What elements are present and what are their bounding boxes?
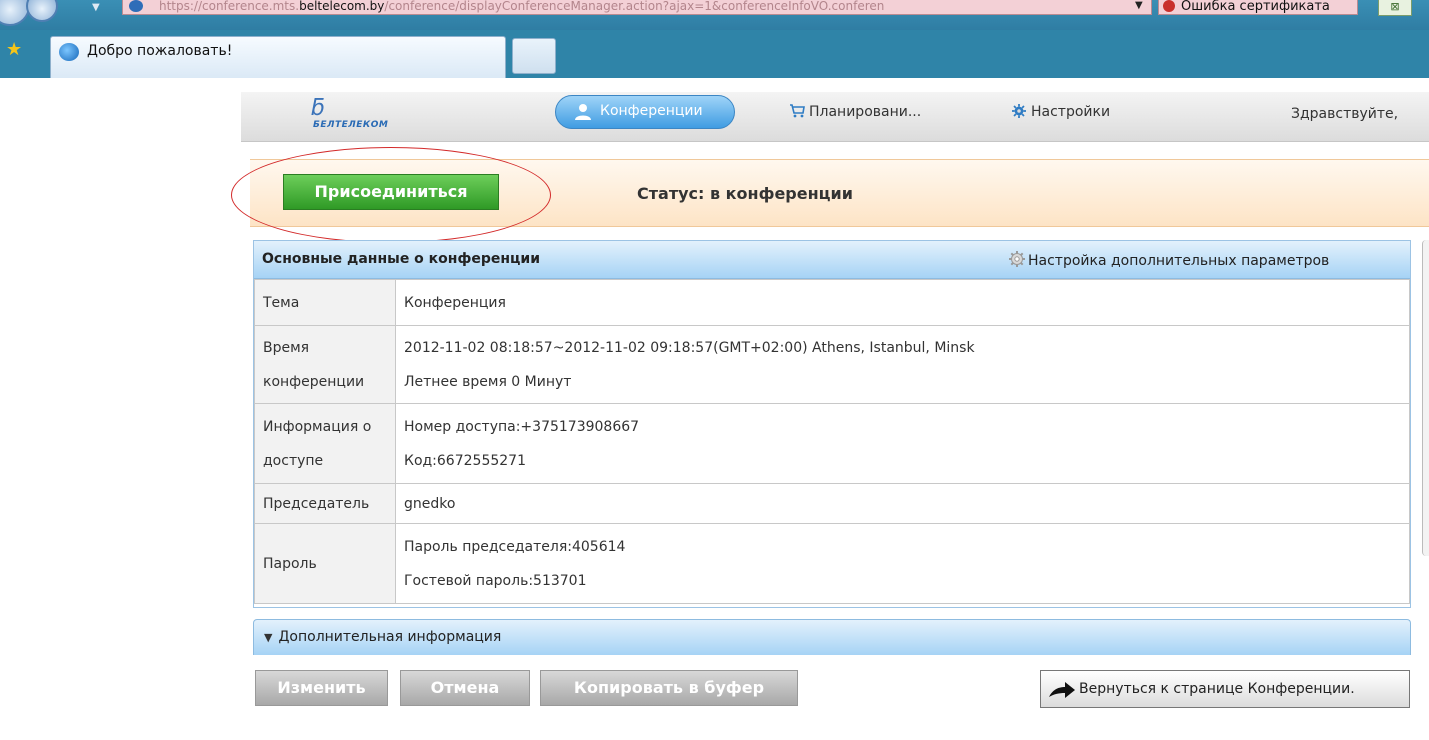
value-line: Код:6672555271: [404, 452, 526, 469]
row-label: Информация о доступе: [254, 403, 396, 484]
beltelecom-logo[interactable]: ƃ БЕЛТЕЛЕКОМ: [307, 96, 417, 136]
value-line: Конференция: [404, 294, 506, 311]
tab-conferences[interactable]: Конференции: [555, 95, 735, 129]
settings-gear-icon: [1009, 251, 1025, 267]
arrow-right-icon: [1049, 682, 1075, 698]
compatibility-icon[interactable]: ⊠: [1378, 0, 1412, 16]
tab-bar: ★ Добро пожаловать!: [0, 30, 1429, 78]
edit-button[interactable]: Изменить: [255, 670, 388, 706]
app-header: ƃ БЕЛТЕЛЕКОМ Конференции Планировани... …: [241, 92, 1429, 142]
conference-info-table: Тема Конференция Время конференции 2012-…: [254, 279, 1410, 604]
row-value: 2012-11-02 08:18:57~2012-11-02 09:18:57(…: [395, 325, 1410, 404]
logo-text: БЕЛТЕЛЕКОМ: [313, 120, 389, 130]
address-prefix: https://conference.mts.: [159, 0, 300, 13]
table-row: Тема Конференция: [254, 279, 1410, 326]
value-line: Гостевой пароль:513701: [404, 572, 587, 589]
address-suffix: /conference/displayConferenceManager.act…: [384, 0, 885, 13]
triangle-down-icon: ▼: [264, 631, 273, 644]
table-row: Время конференции 2012-11-02 08:18:57~20…: [254, 325, 1410, 404]
scrollbar[interactable]: [1422, 240, 1429, 556]
row-value: Пароль председателя:405614 Гостевой парол…: [395, 523, 1410, 604]
additional-info-label: ▼ Дополнительная информация: [264, 629, 501, 645]
browser-tab[interactable]: Добро пожаловать!: [50, 36, 506, 78]
panel-header: Основные данные о конференции Настройка …: [254, 241, 1410, 279]
additional-info-text: Дополнительная информация: [278, 629, 502, 645]
value-line: Летнее время 0 Минут: [404, 373, 572, 390]
table-row: Пароль Пароль председателя:405614 Гостево…: [254, 523, 1410, 604]
user-icon: [575, 104, 591, 120]
tab-planning[interactable]: Планировани...: [789, 104, 921, 120]
row-value: gnedko: [395, 483, 1410, 524]
row-value: Конференция: [395, 279, 1410, 326]
page-icon: [129, 0, 143, 12]
panel-title: Основные данные о конференции: [262, 251, 541, 267]
table-row: Информация о доступе Номер доступа:+3751…: [254, 403, 1410, 484]
additional-info-toggle[interactable]: ▼ Дополнительная информация: [253, 619, 1411, 655]
address-dropdown-icon[interactable]: ▼: [1135, 0, 1143, 11]
value-line: Номер доступа:+375173908667: [404, 418, 640, 435]
browser-toolbar: ▼ https://conference.mts.beltelecom.by/c…: [0, 0, 1429, 30]
table-row: Председатель gnedko: [254, 483, 1410, 524]
back-button-label: Вернуться к странице Конференции.: [1079, 681, 1355, 697]
value-line: 2012-11-02 08:18:57~2012-11-02 09:18:57(…: [404, 339, 975, 356]
extra-settings-link[interactable]: Настройка дополнительных параметров: [1008, 250, 1329, 269]
certificate-error-label: Ошибка сертификата: [1181, 0, 1330, 14]
copy-to-clipboard-button[interactable]: Копировать в буфер: [540, 670, 798, 706]
tab-settings[interactable]: Настройки: [1011, 104, 1110, 120]
shield-icon: [1163, 0, 1175, 12]
ie-icon: [59, 43, 79, 61]
back-to-conferences-button[interactable]: Вернуться к странице Конференции.: [1040, 670, 1410, 708]
row-label: Пароль: [254, 523, 396, 604]
address-bar[interactable]: https://conference.mts.beltelecom.by/con…: [122, 0, 1152, 15]
gear-icon: [1012, 104, 1026, 118]
row-label: Председатель: [254, 483, 396, 524]
history-dropdown-icon[interactable]: ▼: [92, 2, 100, 13]
new-tab-button[interactable]: [512, 38, 556, 74]
row-label: Время конференции: [254, 325, 396, 404]
forward-nav-icon[interactable]: [26, 0, 58, 22]
address-domain: beltelecom.by: [299, 0, 385, 13]
row-value: Номер доступа:+375173908667 Код:667255527…: [395, 403, 1410, 484]
logo-mark-icon: ƃ: [311, 96, 325, 121]
greeting-text: Здравствуйте,: [1291, 106, 1399, 122]
join-button[interactable]: Присоединиться: [283, 174, 499, 210]
conference-details-panel: Основные данные о конференции Настройка …: [253, 240, 1411, 608]
value-line: Пароль председателя:405614: [404, 538, 626, 555]
tab-title: Добро пожаловать!: [87, 43, 233, 59]
extra-settings-label: Настройка дополнительных параметров: [1028, 253, 1330, 269]
favorites-star-icon[interactable]: ★: [6, 39, 22, 60]
value-line: gnedko: [404, 495, 456, 512]
tab-settings-label: Настройки: [1031, 104, 1111, 120]
tab-conferences-label: Конференции: [600, 103, 703, 119]
certificate-error-button[interactable]: Ошибка сертификата: [1158, 0, 1358, 15]
conference-status: Статус: в конференции: [637, 184, 853, 203]
row-label: Тема: [254, 279, 396, 326]
tab-planning-label: Планировани...: [809, 104, 922, 120]
page-root: { "browser": { "address_prefix": "https:…: [0, 0, 1429, 740]
cart-icon: [790, 104, 805, 118]
cancel-button[interactable]: Отмена: [400, 670, 530, 706]
